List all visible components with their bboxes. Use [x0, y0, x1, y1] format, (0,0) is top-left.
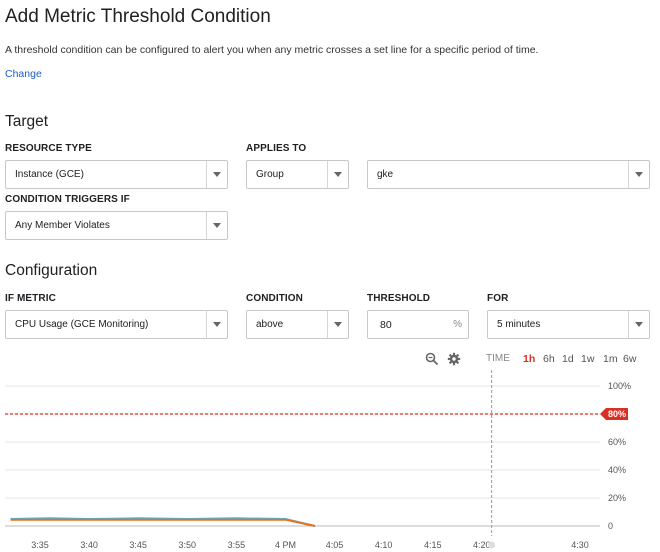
chevron-down-icon: [206, 161, 227, 188]
chevron-down-icon: [206, 311, 227, 338]
applies-to-label: APPLIES TO: [246, 143, 307, 154]
page-description: A threshold condition can be configured …: [5, 44, 539, 56]
range-1h[interactable]: 1h: [523, 353, 535, 365]
condition-label: CONDITION: [246, 293, 304, 304]
chevron-down-icon: [628, 161, 649, 188]
x-tick-label: 3:45: [129, 540, 147, 550]
x-tick-label: 4:30: [571, 540, 589, 550]
x-tick-label: 3:40: [80, 540, 98, 550]
for-select[interactable]: 5 minutes: [487, 310, 650, 339]
threshold-label: THRESHOLD: [367, 293, 431, 304]
x-tick-label: 3:50: [179, 540, 197, 550]
y-tick-label: 60%: [608, 437, 626, 447]
change-link[interactable]: Change: [5, 68, 42, 80]
threshold-value: 80: [380, 318, 392, 331]
if-metric-value: CPU Usage (GCE Monitoring): [15, 319, 149, 330]
for-label: FOR: [487, 293, 509, 304]
condition-triggers-label: CONDITION TRIGGERS IF: [5, 194, 130, 205]
chevron-down-icon: [628, 311, 649, 338]
chevron-down-icon: [327, 311, 348, 338]
time-label: TIME: [486, 353, 510, 364]
x-tick-label: 3:35: [31, 540, 49, 550]
range-6h[interactable]: 6h: [543, 353, 555, 365]
configuration-heading: Configuration: [5, 262, 98, 279]
applies-to-select[interactable]: Group: [246, 160, 349, 189]
if-metric-label: IF METRIC: [5, 293, 56, 304]
resource-type-label: RESOURCE TYPE: [5, 143, 92, 154]
chevron-down-icon: [327, 161, 348, 188]
applies-to-value: Group: [256, 169, 284, 180]
if-metric-select[interactable]: CPU Usage (GCE Monitoring): [5, 310, 228, 339]
y-tick-label: 20%: [608, 493, 626, 503]
page-title: Add Metric Threshold Condition: [5, 6, 271, 27]
x-tick-label: 4:15: [424, 540, 442, 550]
range-1w[interactable]: 1w: [581, 353, 594, 365]
range-1m[interactable]: 1m: [603, 353, 618, 365]
group-select[interactable]: gke: [367, 160, 650, 189]
y-tick-label: 0: [608, 521, 613, 531]
x-tick-label: 4:10: [375, 540, 393, 550]
condition-triggers-select[interactable]: Any Member Violates: [5, 211, 228, 240]
range-1d[interactable]: 1d: [562, 353, 574, 365]
threshold-unit: %: [453, 319, 462, 330]
chevron-down-icon: [206, 212, 227, 239]
resource-type-select[interactable]: Instance (GCE): [5, 160, 228, 189]
group-value: gke: [377, 169, 394, 180]
x-tick-label: 3:55: [228, 540, 246, 550]
resource-type-value: Instance (GCE): [15, 169, 84, 180]
range-6w[interactable]: 6w: [623, 353, 636, 365]
condition-select[interactable]: above: [246, 310, 349, 339]
metric-chart: 0 20% 40% 60% 100% 3:35 3:40 3:45 3:50 3:55 4 PM 4:…: [5, 370, 631, 550]
gear-icon[interactable]: [447, 352, 461, 366]
x-tick-label: 4 PM: [275, 540, 296, 550]
series-line-2: [10, 518, 316, 527]
zoom-icon[interactable]: [425, 352, 439, 366]
x-tick-label: 4:20: [473, 540, 491, 550]
target-heading: Target: [5, 113, 49, 130]
for-value: 5 minutes: [497, 319, 541, 330]
time-cursor-handle: [488, 541, 496, 549]
threshold-label: 80%: [608, 409, 626, 419]
condition-triggers-value: Any Member Violates: [15, 220, 110, 231]
y-tick-label: 40%: [608, 465, 626, 475]
threshold-input[interactable]: 80 %: [367, 310, 469, 339]
x-tick-label: 4:05: [326, 540, 344, 550]
y-tick-label: 100%: [608, 381, 631, 391]
condition-value: above: [256, 319, 284, 330]
